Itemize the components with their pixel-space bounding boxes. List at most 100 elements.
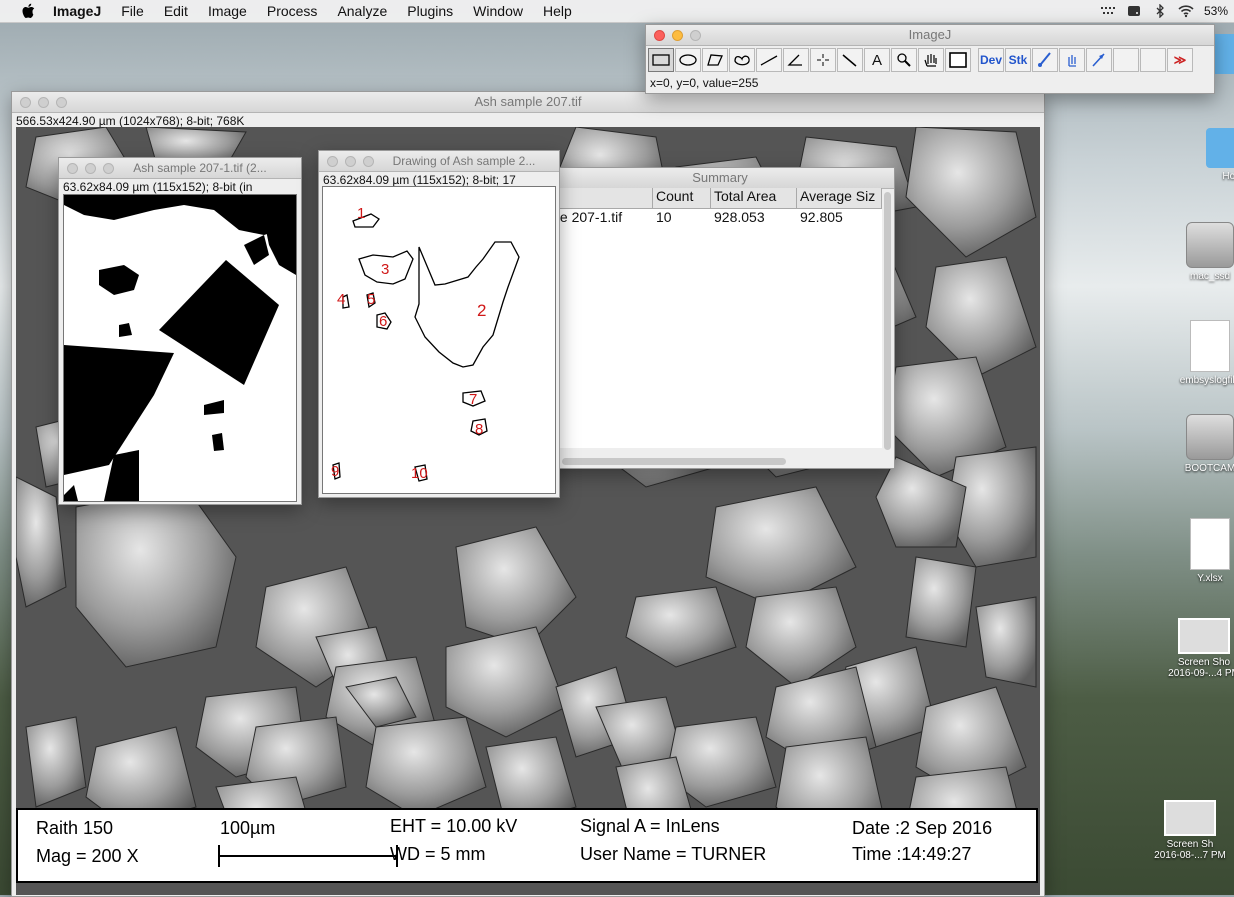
stack-menu-tool[interactable]: Stk: [1005, 48, 1031, 72]
particle-label-7: 7: [469, 391, 478, 408]
color-picker-icon: [949, 52, 967, 68]
text-tool[interactable]: A: [864, 48, 890, 72]
zoom-button[interactable]: [363, 156, 374, 167]
angle-icon: [787, 54, 802, 66]
main-image-titlebar[interactable]: Ash sample 207.tif: [12, 92, 1044, 113]
freehand-tool[interactable]: [729, 48, 755, 72]
empty-tool-slot[interactable]: [1113, 48, 1139, 72]
imagej-toolbar-window[interactable]: ImageJ A Dev Stk ≫ x=0, y=0, value=255: [645, 24, 1215, 94]
vertical-scrollbar[interactable]: [884, 192, 891, 450]
line-icon: [760, 55, 778, 66]
drop-tool[interactable]: [1059, 48, 1085, 72]
magnification-label: Mag = 200 X: [36, 846, 139, 866]
menu-analyze[interactable]: Analyze: [337, 3, 387, 19]
menu-window[interactable]: Window: [473, 3, 523, 19]
desktop-file-y-xlsx[interactable]: Y.xlsx: [1175, 518, 1234, 584]
zoom-button[interactable]: [690, 30, 701, 41]
horizontal-scrollbar[interactable]: [562, 458, 786, 465]
apple-icon[interactable]: [21, 3, 35, 19]
network-activity-icon[interactable]: [1100, 4, 1116, 18]
angle-tool[interactable]: [783, 48, 809, 72]
column-header-total-area[interactable]: Total Area: [711, 188, 797, 208]
rectangle-tool[interactable]: [648, 48, 674, 72]
close-button[interactable]: [67, 163, 78, 174]
menu-image[interactable]: Image: [208, 3, 247, 19]
desktop-doc-embsyslogfile[interactable]: embsyslogfile: [1175, 320, 1234, 386]
imagej-titlebar[interactable]: ImageJ: [646, 25, 1214, 46]
point-tool[interactable]: [810, 48, 836, 72]
more-tools-button[interactable]: ≫: [1167, 48, 1193, 72]
drive-icon[interactable]: [1126, 4, 1142, 18]
zoom-button[interactable]: [56, 97, 67, 108]
text-icon: A: [871, 51, 882, 69]
summary-titlebar[interactable]: Summary: [546, 168, 894, 189]
line-tool[interactable]: [756, 48, 782, 72]
column-header-label[interactable]: [546, 188, 653, 208]
brush-tool[interactable]: [1032, 48, 1058, 72]
close-button[interactable]: [327, 156, 338, 167]
particle-label-2: 2: [477, 301, 487, 320]
minimize-button[interactable]: [672, 30, 683, 41]
desktop-icon-label: Y.xlsx: [1197, 573, 1223, 584]
binary-image-window[interactable]: Ash sample 207-1.tif (2... 63.62x84.09 µ…: [58, 157, 302, 505]
minimize-button[interactable]: [85, 163, 96, 174]
hard-disk-icon: [1186, 222, 1234, 268]
magnifier-tool[interactable]: [891, 48, 917, 72]
instrument-label: Raith 150: [36, 818, 114, 838]
wand-tool[interactable]: [837, 48, 863, 72]
drawing-canvas[interactable]: 1 2 3 4 5 6 7 8 9 10: [322, 186, 556, 494]
spreadsheet-icon: [1190, 518, 1230, 570]
empty-tool-slot[interactable]: [1140, 48, 1166, 72]
desktop-disk-mac-ssd[interactable]: mac_ssd: [1175, 222, 1234, 282]
binary-image-canvas[interactable]: [63, 194, 297, 502]
menu-app-name[interactable]: ImageJ: [53, 3, 101, 19]
desktop-disk-bootcamp[interactable]: BOOTCAM: [1175, 414, 1234, 474]
drawing-window[interactable]: Drawing of Ash sample 2... 63.62x84.09 µ…: [318, 150, 560, 498]
summary-table[interactable]: Count Total Area Average Siz ple 207-1.t…: [546, 188, 882, 448]
column-header-count[interactable]: Count: [653, 188, 711, 208]
particle-label-8: 8: [475, 421, 484, 438]
hand-tool[interactable]: [918, 48, 944, 72]
color-picker-tool[interactable]: [945, 48, 971, 72]
battery-percent[interactable]: 53%: [1204, 4, 1228, 18]
desktop-folder-holl[interactable]: Holl: [1196, 128, 1234, 182]
drawing-titlebar[interactable]: Drawing of Ash sample 2...: [319, 151, 559, 172]
multipoint-icon: [817, 54, 829, 66]
binary-image-titlebar[interactable]: Ash sample 207-1.tif (2...: [59, 158, 301, 179]
menu-plugins[interactable]: Plugins: [407, 3, 453, 19]
table-row[interactable]: ple 207-1.tif 10 928.053 92.805: [546, 209, 882, 229]
particle-label-4: 4: [337, 291, 346, 308]
menu-file[interactable]: File: [121, 3, 144, 19]
menu-extras: 53%: [1100, 0, 1234, 22]
minimize-button[interactable]: [345, 156, 356, 167]
menu-process[interactable]: Process: [267, 3, 318, 19]
developer-menu-tool[interactable]: Dev: [978, 48, 1004, 72]
particle-label-1: 1: [357, 205, 366, 222]
brush-icon: [1038, 52, 1051, 67]
arrow-tool[interactable]: [1086, 48, 1112, 72]
menu-edit[interactable]: Edit: [164, 3, 188, 19]
column-header-average-size[interactable]: Average Siz: [797, 188, 882, 208]
summary-window[interactable]: Summary Count Total Area Average Siz ple…: [545, 167, 895, 469]
wifi-icon[interactable]: [1178, 4, 1194, 18]
particle-label-10: 10: [411, 465, 428, 482]
rectangle-icon: [652, 54, 670, 66]
desktop-screenshot-2[interactable]: Screen Sh 2016-08-...7 PM: [1150, 800, 1230, 861]
close-button[interactable]: [654, 30, 665, 41]
close-button[interactable]: [20, 97, 31, 108]
working-distance-label: WD = 5 mm: [390, 844, 486, 864]
desktop-icon-label: Screen Sho 2016-09-...4 PM: [1168, 657, 1234, 679]
minimize-button[interactable]: [38, 97, 49, 108]
stk-label: Stk: [1008, 53, 1028, 67]
menu-help[interactable]: Help: [543, 3, 572, 19]
desktop-screenshot-1[interactable]: Screen Sho 2016-09-...4 PM: [1164, 618, 1234, 679]
cell-total-area: 928.053: [714, 209, 765, 225]
oval-tool[interactable]: [675, 48, 701, 72]
desktop-icon-label: Screen Sh 2016-08-...7 PM: [1154, 839, 1226, 861]
screenshot-thumbnail-icon: [1164, 800, 1216, 836]
dev-label: Dev: [979, 53, 1002, 67]
polygon-tool[interactable]: [702, 48, 728, 72]
bluetooth-icon[interactable]: [1152, 4, 1168, 18]
particle-outlines: [332, 213, 520, 482]
zoom-button[interactable]: [103, 163, 114, 174]
